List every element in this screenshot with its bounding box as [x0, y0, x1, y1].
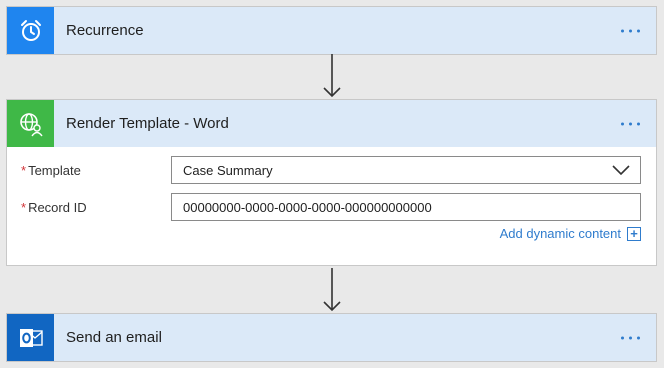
step-title: Send an email [66, 329, 162, 346]
outlook-icon [7, 314, 54, 361]
dot-icon [637, 29, 640, 32]
more-options-button[interactable] [617, 332, 644, 343]
dot-icon [637, 122, 640, 125]
alarm-clock-icon [7, 7, 54, 54]
more-options-button[interactable] [617, 25, 644, 36]
step-header[interactable]: Recurrence [7, 7, 656, 54]
dot-icon [621, 122, 624, 125]
dot-icon [629, 122, 632, 125]
step-body: * Template Case Summary * Record ID 000000… [7, 147, 656, 265]
step-render-template[interactable]: Render Template - Word * Template Case Su… [6, 99, 657, 266]
step-send-email[interactable]: Send an email [6, 313, 657, 362]
step-recurrence[interactable]: Recurrence [6, 6, 657, 55]
dot-icon [621, 336, 624, 339]
add-dynamic-content-label: Add dynamic content [499, 226, 621, 241]
dot-icon [621, 29, 624, 32]
step-header[interactable]: Render Template - Word [7, 100, 656, 147]
dot-icon [629, 29, 632, 32]
arrow-down-icon [323, 54, 341, 98]
record-id-label: * Record ID [21, 200, 87, 215]
globe-person-icon [7, 100, 54, 147]
more-options-button[interactable] [617, 118, 644, 129]
plus-icon: + [627, 226, 641, 241]
step-title: Render Template - Word [66, 115, 229, 132]
required-mark: * [21, 163, 27, 178]
arrow-down-icon [323, 268, 341, 312]
record-id-input[interactable]: 00000000-0000-0000-0000-000000000000 [171, 193, 641, 221]
chevron-down-icon [612, 165, 630, 176]
template-label: * Template [21, 163, 81, 178]
template-dropdown[interactable]: Case Summary [171, 156, 641, 184]
dot-icon [637, 336, 640, 339]
step-title: Recurrence [66, 22, 144, 39]
step-header[interactable]: Send an email [7, 314, 656, 361]
record-id-value: 00000000-0000-0000-0000-000000000000 [183, 199, 432, 215]
dot-icon [629, 336, 632, 339]
required-mark: * [21, 200, 27, 215]
add-dynamic-content-link[interactable]: Add dynamic content + [500, 226, 641, 241]
template-value: Case Summary [183, 162, 273, 178]
